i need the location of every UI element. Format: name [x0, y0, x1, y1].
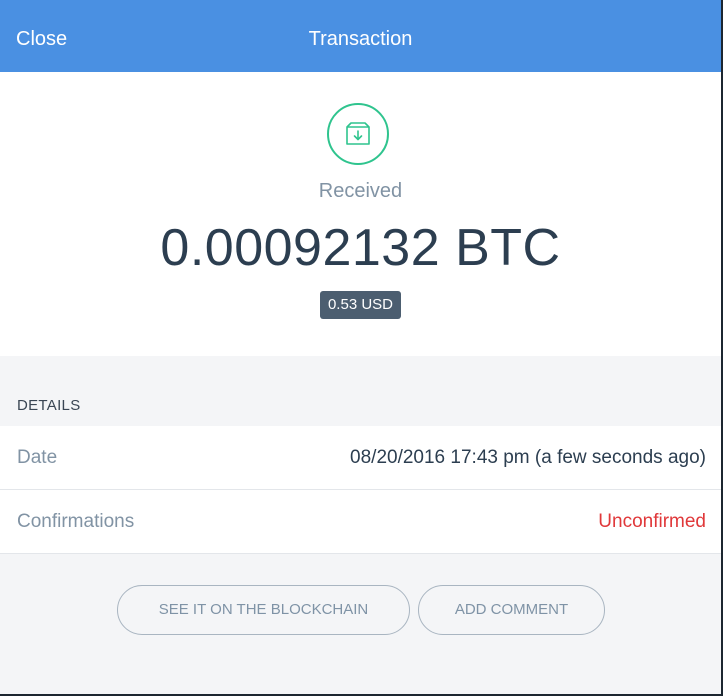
- transaction-summary: Received 0.00092132 BTC 0.53 USD: [0, 72, 721, 356]
- header-bar: Close Transaction: [0, 0, 721, 72]
- confirmations-value: Unconfirmed: [598, 511, 706, 532]
- detail-row-date: Date 08/20/2016 17:43 pm (a few seconds …: [0, 426, 721, 490]
- transaction-amount: 0.00092132 BTC: [160, 219, 561, 277]
- detail-row-confirmations: Confirmations Unconfirmed: [0, 490, 721, 554]
- date-value: 08/20/2016 17:43 pm (a few seconds ago): [350, 447, 706, 468]
- transaction-modal: Close Transaction Received 0.00092132 BT…: [0, 0, 723, 696]
- details-heading: DETAILS: [17, 397, 81, 414]
- received-box-icon: [327, 103, 389, 165]
- confirmations-label: Confirmations: [17, 511, 135, 532]
- add-comment-button[interactable]: ADD COMMENT: [418, 585, 605, 635]
- fiat-amount-badge: 0.53 USD: [320, 291, 401, 319]
- page-title: Transaction: [308, 28, 413, 50]
- transaction-status: Received: [318, 180, 403, 202]
- date-label: Date: [17, 447, 58, 468]
- see-on-blockchain-button[interactable]: SEE IT ON THE BLOCKCHAIN: [117, 585, 410, 635]
